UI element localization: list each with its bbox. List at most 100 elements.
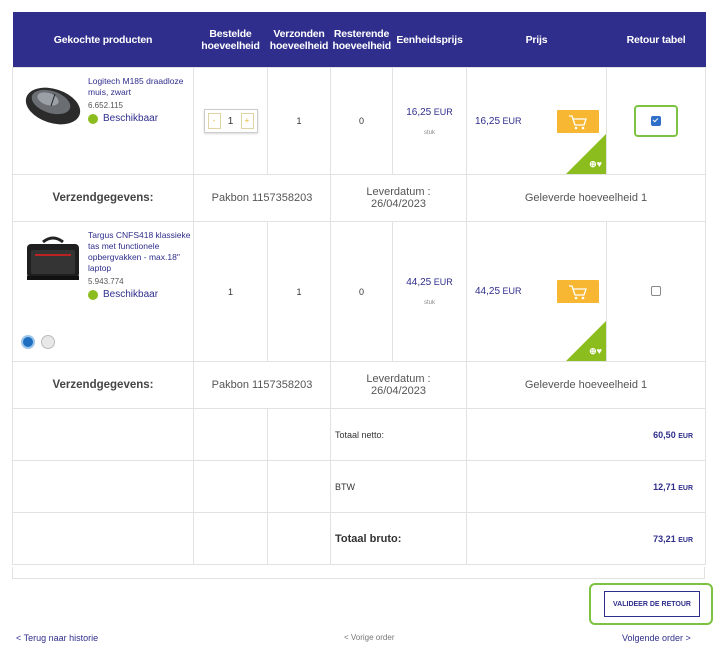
shipping-row: Verzendgegevens: Pakbon 1157358203 Lever… — [12, 361, 706, 409]
empty-cell — [12, 512, 194, 565]
line-price-value: 44,25 — [475, 286, 501, 297]
col-header-products: Gekochte producten — [12, 12, 194, 68]
add-to-cart-button[interactable] — [557, 280, 599, 303]
col-header-price: Prijs — [466, 12, 607, 68]
btw-value: 12,71 EUR — [466, 460, 706, 513]
delivery-date-label: Leverdatum : — [366, 373, 431, 385]
unit-label: stuk — [423, 300, 435, 306]
unit-price-currency: EUR — [433, 277, 453, 287]
plus-heart-icon[interactable]: ⊕♥ — [589, 346, 602, 357]
quantity-decrease-button[interactable]: - — [207, 113, 221, 129]
price-cell: 44,25 EUR ⊕♥ — [466, 221, 607, 362]
product-image-mouse[interactable] — [21, 80, 85, 128]
product-info: Logitech M185 draadloze muis, zwart 6.65… — [88, 76, 192, 124]
availability-label: Beschikbaar — [103, 289, 159, 300]
globe-icon[interactable] — [21, 335, 35, 349]
product-row: Targus CNFS418 klassieke tas met functio… — [12, 221, 706, 362]
empty-cell — [12, 460, 194, 513]
total-bruto-label: Totaal bruto: — [330, 512, 467, 565]
shipped-qty-cell: 1 — [267, 221, 331, 362]
delivered-quantity: Geleverde hoeveelheid 1 — [466, 361, 706, 409]
pakbon-number: Pakbon 1157358203 — [193, 361, 331, 409]
product-badges — [21, 335, 55, 349]
return-checkbox[interactable] — [651, 285, 661, 296]
btw-amount: 12,71 — [653, 481, 676, 492]
product-cell: Logitech M185 draadloze muis, zwart 6.65… — [12, 67, 194, 175]
delivery-date-cell: Leverdatum : 26/04/2023 — [330, 174, 467, 222]
quantity-value[interactable]: 1 — [224, 116, 238, 127]
next-order-link[interactable]: Volgende order > — [622, 633, 691, 643]
line-price-value: 16,25 — [475, 116, 501, 127]
previous-order-link[interactable]: < Vorige order — [344, 633, 394, 642]
delivery-date: 26/04/2023 — [370, 198, 427, 210]
empty-cell — [267, 460, 331, 513]
total-bruto-currency: EUR — [678, 536, 693, 544]
product-name[interactable]: Targus CNFS418 klassieke tas met functio… — [88, 230, 192, 274]
return-checkbox[interactable] — [651, 116, 661, 126]
empty-cell — [267, 408, 331, 461]
col-header-shipped: Verzonden hoeveelheid — [267, 12, 331, 68]
availability-status: Beschikbaar — [88, 113, 192, 124]
unit-price: 44,25 EUR stuk — [393, 277, 466, 306]
unit-price-cell: 16,25 EUR stuk — [392, 67, 467, 175]
quantity-stepper[interactable]: - 1 + — [203, 109, 258, 133]
product-sku: 5.943.774 — [88, 277, 124, 286]
totals-row-netto: Totaal netto: 60,50 EUR — [12, 408, 706, 461]
totals-row-bruto: Totaal bruto: 73,21 EUR — [12, 512, 706, 565]
back-to-history-link[interactable]: < Terug naar historie — [16, 633, 98, 643]
col-header-unit-price: Eenheidsprijs — [392, 12, 467, 68]
availability-dot-icon — [88, 113, 98, 124]
accessibility-icon[interactable] — [41, 335, 55, 349]
line-price-currency: EUR — [502, 116, 522, 126]
total-netto-currency: EUR — [678, 432, 693, 440]
btw-label: BTW — [330, 460, 467, 513]
delivery-date: 26/04/2023 — [370, 385, 427, 397]
product-cell: Targus CNFS418 klassieke tas met functio… — [12, 221, 194, 362]
product-name[interactable]: Logitech M185 draadloze muis, zwart — [88, 76, 192, 98]
add-to-cart-button[interactable] — [557, 110, 599, 133]
table-footer-spacer — [12, 567, 705, 579]
empty-cell — [12, 408, 194, 461]
return-cell — [606, 67, 706, 175]
unit-price-value: 16,25 — [406, 106, 432, 118]
empty-cell — [267, 512, 331, 565]
availability-dot-icon — [88, 289, 98, 300]
line-price-currency: EUR — [502, 286, 522, 296]
unit-label: stuk — [423, 129, 435, 136]
validate-return-button[interactable]: VALIDEER DE RETOUR — [604, 591, 700, 617]
line-price: 44,25 EUR — [475, 286, 522, 297]
total-bruto-amount: 73,21 — [653, 533, 676, 544]
delivered-quantity: Geleverde hoeveelheid 1 — [466, 174, 706, 222]
remaining-qty-cell: 0 — [330, 221, 393, 362]
order-table: Gekochte producten Bestelde hoeveelheid … — [12, 12, 706, 565]
delivery-date-cell: Leverdatum : 26/04/2023 — [330, 361, 467, 409]
product-row: Logitech M185 draadloze muis, zwart 6.65… — [12, 67, 706, 175]
plus-heart-icon[interactable]: ⊕♥ — [589, 159, 602, 170]
unit-price-value: 44,25 — [406, 277, 432, 288]
line-price: 16,25 EUR — [475, 116, 522, 127]
empty-cell — [193, 512, 268, 565]
pakbon-number: Pakbon 1157358203 — [193, 174, 331, 222]
product-image-laptop-bag[interactable] — [21, 232, 85, 288]
table-header-row: Gekochte producten Bestelde hoeveelheid … — [12, 12, 706, 68]
btw-currency: EUR — [678, 484, 693, 492]
return-checkbox-highlight — [634, 105, 678, 137]
shipped-qty-cell: 1 — [267, 67, 331, 175]
total-bruto-value: 73,21 EUR — [466, 512, 706, 565]
product-sku: 6.652.115 — [88, 101, 123, 110]
col-header-remaining: Resterende hoeveelheid — [330, 12, 393, 68]
shipping-row: Verzendgegevens: Pakbon 1157358203 Lever… — [12, 174, 706, 222]
unit-price-cell: 44,25 EUR stuk — [392, 221, 467, 362]
remaining-qty-cell: 0 — [330, 67, 393, 175]
totals-row-btw: BTW 12,71 EUR — [12, 460, 706, 513]
order-detail-container: Gekochte producten Bestelde hoeveelheid … — [12, 12, 706, 565]
delivery-date-label: Leverdatum : — [366, 186, 431, 198]
total-netto-label: Totaal netto: — [330, 408, 467, 461]
availability-status: Beschikbaar — [88, 289, 192, 300]
quantity-increase-button[interactable]: + — [240, 113, 254, 129]
availability-label: Beschikbaar — [103, 113, 159, 124]
col-header-return: Retour tabel — [606, 12, 706, 68]
cart-icon — [569, 284, 587, 299]
shipping-label: Verzendgegevens: — [12, 174, 194, 222]
ordered-qty-cell: 1 — [193, 221, 268, 362]
